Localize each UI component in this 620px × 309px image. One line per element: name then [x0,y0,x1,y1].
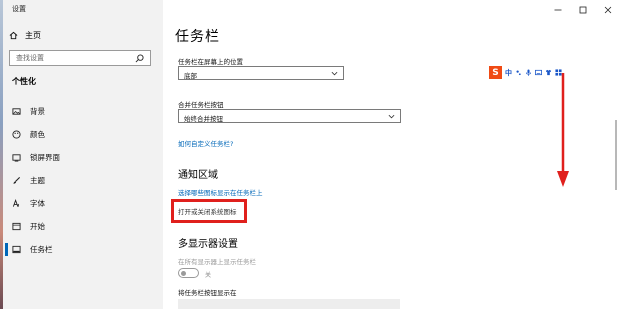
sidebar-item-label: 字体 [30,199,45,208]
show-buttons-label: 将任务栏按钮显示在 [178,289,237,297]
start-icon [12,222,21,231]
position-label: 任务栏在屏幕上的位置 [178,58,243,66]
sidebar-item-start[interactable]: 开始 [3,215,163,238]
skin-icon[interactable] [545,69,552,76]
sidebar-nav: 背景 颜色 锁屏界面 主题 字体 开始 任务栏 [3,100,163,261]
palette-icon [12,130,21,139]
scrollbar[interactable] [615,120,617,190]
microphone-icon[interactable] [525,69,532,76]
toggle-state: 关 [205,272,212,279]
multi-display-heading: 多显示器设置 [178,239,238,250]
sidebar-item-label: 颜色 [30,130,45,139]
page-title: 任务栏 [175,29,220,45]
keyboard-icon[interactable] [535,69,542,76]
search-box[interactable] [9,50,151,66]
window-title: 设置 [12,5,26,13]
sidebar-item-label: 背景 [30,107,45,116]
highlight-box [171,199,247,223]
sidebar-home[interactable]: 主页 [9,30,41,41]
home-icon [9,31,18,40]
show-all-displays-toggle[interactable] [178,268,199,278]
sidebar-item-lock-screen[interactable]: 锁屏界面 [3,146,163,169]
home-label: 主页 [25,31,41,40]
search-input[interactable] [16,54,132,62]
sidebar-item-themes[interactable]: 主题 [3,169,163,192]
notification-area-heading: 通知区域 [178,170,218,181]
chevron-down-icon [331,71,338,76]
ime-mode[interactable]: 中 [505,68,512,78]
sidebar: 设置 主页 个性化 背景 [3,0,163,309]
sidebar-item-label: 开始 [30,222,45,231]
font-icon [12,199,21,208]
combine-select[interactable]: 始终合并按钮 [178,109,401,123]
sidebar-item-label: 主题 [30,176,45,185]
select-icons-link[interactable]: 选择哪些图标显示在任务栏上 [178,187,263,197]
position-select[interactable]: 底部 [178,66,344,80]
main-content: 任务栏 任务栏在屏幕上的位置 底部 合并任务栏按钮 始终合并按钮 如何自定义任务… [175,0,620,309]
combine-value: 始终合并按钮 [184,115,223,123]
sidebar-item-fonts[interactable]: 字体 [3,192,163,215]
combine-label: 合并任务栏按钮 [178,101,224,109]
scroll-down-arrow [557,73,569,187]
lock-screen-icon [12,153,21,162]
sidebar-item-background[interactable]: 背景 [3,100,163,123]
sidebar-item-colors[interactable]: 颜色 [3,123,163,146]
punctuation-icon[interactable] [515,69,522,76]
show-all-displays-label: 在所有显示器上显示任务栏 [178,258,256,266]
position-value: 底部 [184,72,197,80]
sidebar-item-taskbar[interactable]: 任务栏 [3,238,163,261]
picture-icon [12,107,21,116]
taskbar-buttons-select-partial[interactable] [178,299,400,309]
section-title: 个性化 [12,77,36,86]
search-icon[interactable] [135,54,144,63]
settings-window: 设置 主页 个性化 背景 [3,0,620,309]
taskbar-icon [12,245,21,254]
customize-taskbar-link[interactable]: 如何自定义任务栏? [178,138,233,148]
toggle-knob [181,271,186,276]
sidebar-item-label: 锁屏界面 [30,153,60,162]
brush-icon [12,176,21,185]
sidebar-item-label: 任务栏 [30,245,53,254]
sogou-logo[interactable]: S [489,66,502,79]
chevron-down-icon [388,114,395,119]
